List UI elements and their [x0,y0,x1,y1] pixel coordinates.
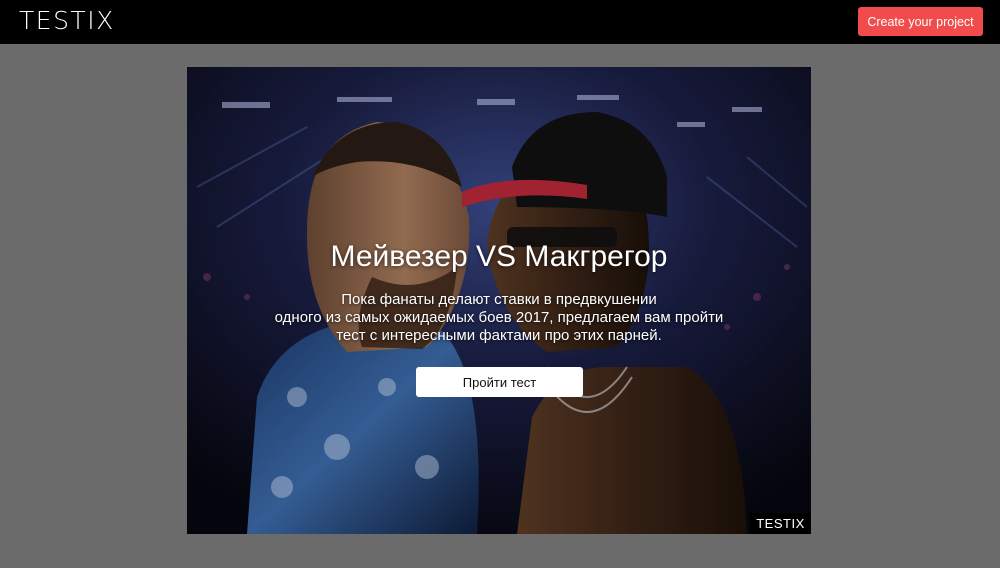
description-line: тест с интересными фактами про этих парн… [336,327,662,344]
top-bar: TESTIX Create your project [0,0,1000,44]
description-line: одного из самых ожидаемых боев 2017, пре… [274,309,724,326]
description-line: Пока фанаты делают ставки в предвкушении [341,291,657,308]
create-project-button[interactable]: Create your project [858,7,983,36]
test-title: Мейвезер VS Макгрегор [330,240,668,273]
watermark-logo: TESTIX [750,513,811,534]
logo[interactable]: TESTIX [19,6,115,36]
test-cover-card: Мейвезер VS Макгрегор Пока фанаты делают… [187,67,811,534]
test-description: Пока фанаты делают ставки в предвкушении… [249,291,749,345]
start-test-button[interactable]: Пройти тест [416,367,583,397]
